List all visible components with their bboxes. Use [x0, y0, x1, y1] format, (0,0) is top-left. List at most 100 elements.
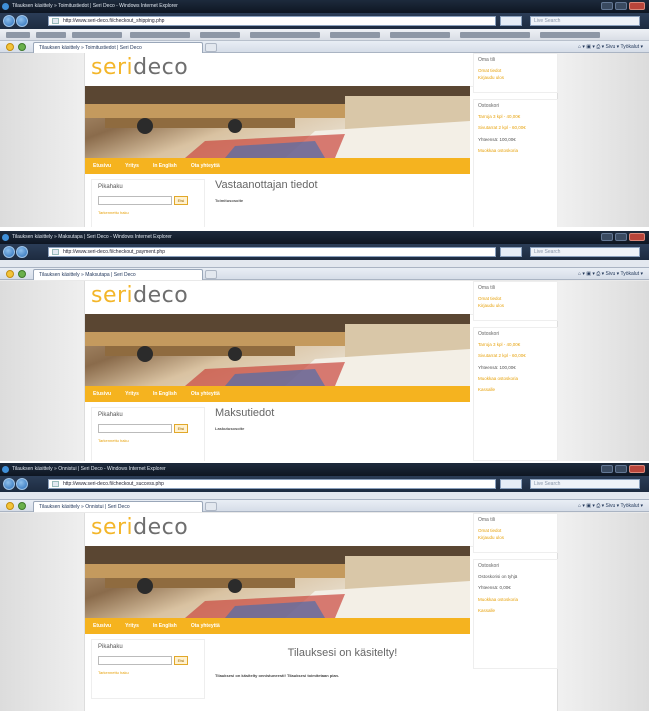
search-button[interactable]: Etsi [174, 424, 188, 433]
favorites-star-icon[interactable] [6, 43, 14, 51]
search-button[interactable]: Etsi [174, 196, 188, 205]
cart-title: Ostoskori [478, 563, 500, 569]
nav-item-english[interactable]: In English [153, 623, 177, 629]
toolbar-item[interactable] [460, 32, 530, 38]
page-icon [52, 18, 59, 24]
maximize-button[interactable] [615, 233, 627, 241]
command-bar[interactable]: ⌂ ▾ ▣ ▾ ⎙ ▾ Sivu ▾ Työkalut ▾ [578, 269, 643, 279]
checkout-link[interactable]: Kassalle [478, 608, 553, 614]
account-link-details[interactable]: Omat tiedot [478, 296, 553, 301]
section-subheading: Toimitusosoite [215, 198, 244, 203]
toolbar-item[interactable] [130, 32, 190, 38]
cart-item[interactable]: Sivutarrat 2 kpl - 60,00€ [478, 125, 553, 131]
url-input[interactable]: http://www.seri-deco.fi/checkout_payment… [48, 247, 496, 257]
confirmation-text: Tilauksesi on käsitelty onnistuneesti! T… [215, 673, 340, 678]
advanced-search-link[interactable]: Tarkennettu haku [98, 438, 198, 443]
new-tab-button[interactable] [205, 502, 217, 511]
live-search-input[interactable]: Live Search [530, 247, 640, 257]
quick-search-panel: Pikahaku Etsi Tarkennettu haku [91, 179, 205, 227]
nav-item-home[interactable]: Etusivu [93, 163, 111, 169]
extra-toolbar [0, 29, 649, 41]
back-arrow-icon[interactable] [3, 478, 15, 490]
forward-arrow-icon[interactable] [16, 15, 28, 27]
command-bar[interactable]: ⌂ ▾ ▣ ▾ ⎙ ▾ Sivu ▾ Työkalut ▾ [578, 501, 643, 511]
new-tab-button[interactable] [205, 43, 217, 52]
main-nav: Etusivu Yritys In English Ota yhteyttä [85, 158, 470, 174]
new-tab-button[interactable] [205, 270, 217, 279]
maximize-button[interactable] [615, 2, 627, 10]
cart-edit-link[interactable]: Muokkaa ostoskoria [478, 148, 553, 154]
refresh-button[interactable] [500, 247, 522, 257]
nav-item-home[interactable]: Etusivu [93, 391, 111, 397]
add-favorites-icon[interactable] [18, 43, 26, 51]
forward-arrow-icon[interactable] [16, 478, 28, 490]
advanced-search-link[interactable]: Tarkennettu haku [98, 670, 198, 675]
toolbar-item[interactable] [6, 32, 30, 38]
search-input[interactable] [98, 424, 172, 433]
cart-edit-link[interactable]: Muokkaa ostoskoria [478, 597, 553, 603]
toolbar-item[interactable] [36, 32, 66, 38]
nav-item-contact[interactable]: Ota yhteyttä [191, 163, 220, 169]
nav-item-company[interactable]: Yritys [125, 623, 139, 629]
nav-item-english[interactable]: In English [153, 163, 177, 169]
close-button[interactable] [629, 2, 645, 10]
refresh-button[interactable] [500, 16, 522, 26]
nav-item-contact[interactable]: Ota yhteyttä [191, 391, 220, 397]
toolbar-item[interactable] [330, 32, 380, 38]
advanced-search-link[interactable]: Tarkennettu haku [98, 210, 198, 215]
nav-item-home[interactable]: Etusivu [93, 623, 111, 629]
window-titlebar: Tilauksen käsittely » Onnistui | Seri De… [0, 463, 649, 476]
account-link-logout[interactable]: Kirjaudu ulos [478, 535, 553, 540]
browser-tab[interactable]: Tilauksen käsittely » Onnistui | Seri De… [33, 501, 203, 512]
close-button[interactable] [629, 465, 645, 473]
cart-edit-link[interactable]: Muokkaa ostoskoria [478, 376, 553, 382]
toolbar-item[interactable] [72, 32, 122, 38]
maximize-button[interactable] [615, 465, 627, 473]
toolbar-item[interactable] [540, 32, 600, 38]
web-viewport: serideco Etusivu Yritys In English Ota y… [0, 281, 649, 461]
toolbar-item[interactable] [390, 32, 450, 38]
live-search-input[interactable]: Live Search [530, 479, 640, 489]
favorites-star-icon[interactable] [6, 502, 14, 510]
add-favorites-icon[interactable] [18, 270, 26, 278]
nav-item-contact[interactable]: Ota yhteyttä [191, 623, 220, 629]
cart-item[interactable]: Tarroja 3 kpl - 40,00€ [478, 342, 553, 348]
account-link-details[interactable]: Omat tiedot [478, 528, 553, 533]
search-input[interactable] [98, 196, 172, 205]
toolbar-item[interactable] [200, 32, 240, 38]
checkout-link[interactable]: Kassalle [478, 387, 553, 393]
search-button[interactable]: Etsi [174, 656, 188, 665]
account-link-logout[interactable]: Kirjaudu ulos [478, 75, 553, 80]
cart-total: Yhteensä: 100,00€ [478, 364, 516, 370]
section-subheading: Laskutusosoite [215, 426, 245, 431]
nav-item-company[interactable]: Yritys [125, 391, 139, 397]
search-input[interactable] [98, 656, 172, 665]
minimize-button[interactable] [601, 465, 613, 473]
nav-item-english[interactable]: In English [153, 391, 177, 397]
browser-tab[interactable]: Tilauksen käsittely » Toimitustiedot | S… [33, 42, 203, 53]
browser-tab[interactable]: Tilauksen käsittely » Maksutapa | Seri D… [33, 269, 203, 280]
search-title: Pikahaku [98, 184, 123, 190]
ie-logo-icon [2, 3, 9, 10]
nav-item-company[interactable]: Yritys [125, 163, 139, 169]
favorites-star-icon[interactable] [6, 270, 14, 278]
back-arrow-icon[interactable] [3, 15, 15, 27]
url-text: http://www.seri-deco.fi/checkout_shippin… [63, 18, 165, 24]
web-page: serideco Etusivu Yritys In English Ota y… [84, 53, 558, 227]
cart-item[interactable]: Tarroja 3 kpl - 40,00€ [478, 114, 553, 120]
account-link-logout[interactable]: Kirjaudu ulos [478, 303, 553, 308]
command-bar[interactable]: ⌂ ▾ ▣ ▾ ⎙ ▾ Sivu ▾ Työkalut ▾ [578, 42, 643, 52]
add-favorites-icon[interactable] [18, 502, 26, 510]
refresh-button[interactable] [500, 479, 522, 489]
live-search-input[interactable]: Live Search [530, 16, 640, 26]
minimize-button[interactable] [601, 2, 613, 10]
url-input[interactable]: http://www.seri-deco.fi/checkout_success… [48, 479, 496, 489]
minimize-button[interactable] [601, 233, 613, 241]
url-input[interactable]: http://www.seri-deco.fi/checkout_shippin… [48, 16, 496, 26]
forward-arrow-icon[interactable] [16, 246, 28, 258]
toolbar-item[interactable] [250, 32, 320, 38]
back-arrow-icon[interactable] [3, 246, 15, 258]
account-link-details[interactable]: Omat tiedot [478, 68, 553, 73]
cart-item[interactable]: Sivutarrat 2 kpl - 60,00€ [478, 353, 553, 359]
close-button[interactable] [629, 233, 645, 241]
